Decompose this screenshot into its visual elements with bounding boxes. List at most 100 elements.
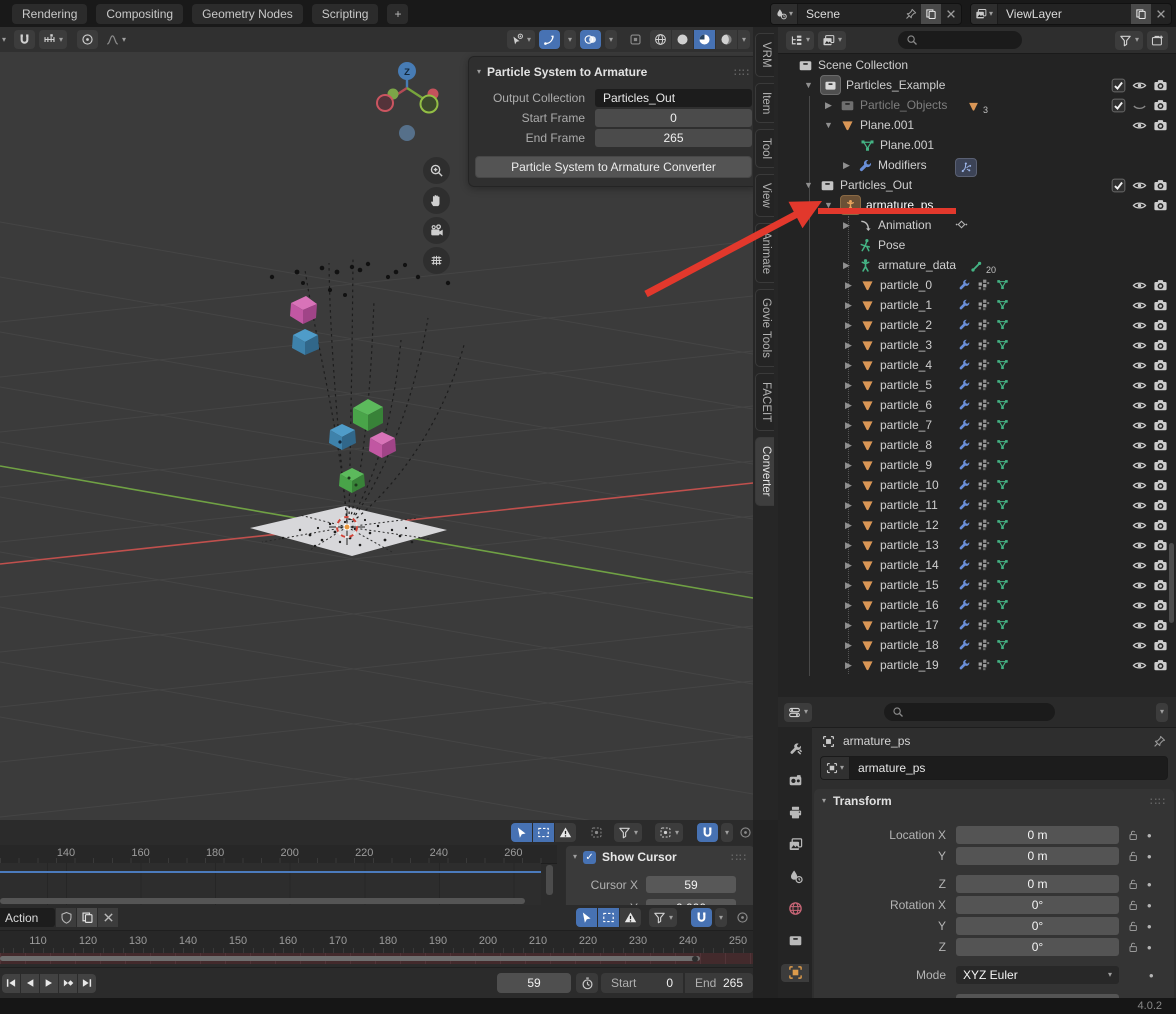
- exclude-checkbox[interactable]: [1111, 78, 1126, 93]
- modifier-wrench-icon[interactable]: [958, 278, 971, 291]
- render-camera-icon[interactable]: [1153, 518, 1168, 533]
- collapsed-menu-chevron[interactable]: ▾: [2, 36, 6, 44]
- mesh-data-icon[interactable]: [996, 658, 1009, 671]
- animate-dot[interactable]: •: [1147, 919, 1152, 934]
- tab-render[interactable]: [781, 771, 809, 789]
- modifier-wrench-icon[interactable]: [958, 398, 971, 411]
- viewlayer-browse-button[interactable]: ▾: [971, 4, 998, 24]
- render-camera-icon[interactable]: [1153, 78, 1168, 93]
- add-workspace-button[interactable]: +: [387, 4, 408, 24]
- mesh-data-icon[interactable]: [996, 578, 1009, 591]
- outliner-scrollbar[interactable]: [1169, 543, 1174, 623]
- outliner-row-particle[interactable]: ▶ particle_8: [778, 435, 1176, 455]
- animate-dot[interactable]: •: [1149, 968, 1154, 983]
- hide-eye-icon[interactable]: [1132, 538, 1147, 553]
- outliner-label[interactable]: particle_6: [880, 398, 932, 412]
- gizmos-dropdown[interactable]: ▾: [564, 30, 576, 49]
- hide-eye-closed-icon[interactable]: [1132, 98, 1147, 113]
- outliner-row-plane-object[interactable]: ▼ Plane.001: [778, 115, 1176, 135]
- mesh-data-icon[interactable]: [996, 398, 1009, 411]
- vertex-groups-icon[interactable]: [977, 358, 990, 371]
- outliner-label[interactable]: Particles_Out: [840, 178, 912, 192]
- scene-browse-button[interactable]: ▾: [771, 4, 798, 24]
- exclude-checkbox[interactable]: [1111, 178, 1126, 193]
- tab-world[interactable]: [781, 900, 809, 918]
- hide-eye-icon[interactable]: [1132, 638, 1147, 653]
- outliner-label[interactable]: particle_10: [880, 478, 939, 492]
- animate-dot[interactable]: •: [1147, 828, 1152, 843]
- outliner-row-particle[interactable]: ▶ particle_9: [778, 455, 1176, 475]
- lock-icon[interactable]: [1127, 920, 1139, 932]
- mesh-data-icon[interactable]: [996, 438, 1009, 451]
- workspace-tab-rendering[interactable]: Rendering: [12, 4, 87, 24]
- disclosure-closed-icon[interactable]: ▶: [842, 460, 855, 471]
- zoom-button[interactable]: [423, 157, 450, 184]
- transform-value-field[interactable]: 0 m: [956, 826, 1119, 844]
- overlays-dropdown[interactable]: ▾: [605, 30, 617, 49]
- outliner-row-particles-out[interactable]: ▼ Particles_Out: [778, 175, 1176, 195]
- outliner-label[interactable]: particle_3: [880, 338, 932, 352]
- hide-eye-icon[interactable]: [1132, 198, 1147, 213]
- outliner-label[interactable]: particle_5: [880, 378, 932, 392]
- jump-to-end-button[interactable]: [78, 974, 96, 993]
- outliner-label[interactable]: Plane.001: [860, 118, 914, 132]
- disclosure-open-icon[interactable]: ▼: [802, 180, 815, 190]
- mesh-data-icon[interactable]: [996, 358, 1009, 371]
- mesh-data-icon[interactable]: [996, 638, 1009, 651]
- outliner-label[interactable]: particle_15: [880, 578, 939, 592]
- modifier-wrench-icon[interactable]: [958, 558, 971, 571]
- new-action-button[interactable]: [77, 908, 97, 927]
- modifier-wrench-icon[interactable]: [958, 518, 971, 531]
- outliner-row-particles-example[interactable]: ▼ Particles_Example: [778, 75, 1176, 95]
- render-camera-icon[interactable]: [1153, 118, 1168, 133]
- workspace-tab-geometry-nodes[interactable]: Geometry Nodes: [192, 4, 303, 24]
- timeline-ruler[interactable]: 1101201301401501601701801902002102202302…: [0, 931, 753, 953]
- render-camera-icon[interactable]: [1153, 578, 1168, 593]
- exclude-checkbox[interactable]: [1111, 98, 1126, 113]
- disclosure-closed-icon[interactable]: ▶: [842, 620, 855, 631]
- outliner-label[interactable]: particle_13: [880, 538, 939, 552]
- outliner-row-particle[interactable]: ▶ particle_1: [778, 295, 1176, 315]
- disclosure-open-icon[interactable]: ▼: [822, 200, 835, 210]
- filter-dropdown[interactable]: ▾: [614, 823, 642, 842]
- current-frame-field[interactable]: 59: [497, 973, 571, 993]
- overlays-toggle[interactable]: [580, 30, 601, 49]
- object-name-field[interactable]: armature_ps: [849, 756, 1168, 780]
- outliner-row-armature-ps[interactable]: ▼ armature_ps: [778, 195, 1176, 215]
- snap-toggle-button[interactable]: [697, 823, 718, 842]
- mesh-data-icon[interactable]: [996, 478, 1009, 491]
- shading-wireframe-button[interactable]: [650, 30, 671, 49]
- vertex-groups-icon[interactable]: [977, 458, 990, 471]
- lock-icon[interactable]: [1127, 899, 1139, 911]
- frame-start-field[interactable]: Start 0: [601, 973, 683, 993]
- vertex-groups-icon[interactable]: [977, 318, 990, 331]
- render-camera-icon[interactable]: [1153, 638, 1168, 653]
- panel-drag-grip[interactable]: ∷∷: [731, 851, 747, 864]
- outliner-row-animation[interactable]: ▶ Animation: [778, 215, 1176, 235]
- hide-eye-icon[interactable]: [1132, 438, 1147, 453]
- render-camera-icon[interactable]: [1153, 558, 1168, 573]
- new-scene-button[interactable]: [921, 4, 941, 24]
- vertex-groups-icon[interactable]: [977, 578, 990, 591]
- vertex-groups-icon[interactable]: [977, 278, 990, 291]
- workspace-tab-compositing[interactable]: Compositing: [96, 4, 183, 24]
- disclosure-closed-icon[interactable]: ▶: [822, 100, 835, 111]
- proportional-edit-button[interactable]: [735, 823, 753, 842]
- shading-dropdown[interactable]: ▾: [738, 30, 750, 49]
- modifier-wrench-icon[interactable]: [958, 478, 971, 491]
- vertex-groups-icon[interactable]: [977, 598, 990, 611]
- vertex-groups-icon[interactable]: [977, 338, 990, 351]
- dopesheet-ruler[interactable]: 140160180200220240260: [0, 845, 557, 864]
- hide-eye-icon[interactable]: [1132, 398, 1147, 413]
- panel-drag-grip[interactable]: ∷∷: [1150, 795, 1166, 808]
- hide-eye-icon[interactable]: [1132, 578, 1147, 593]
- converter-button[interactable]: Particle System to Armature Converter: [475, 156, 752, 178]
- sidebar-tab[interactable]: Tool: [755, 129, 774, 168]
- perspective-toggle-button[interactable]: [423, 247, 450, 274]
- outliner-label[interactable]: particle_9: [880, 458, 932, 472]
- workspace-tab-scripting[interactable]: Scripting: [312, 4, 379, 24]
- transform-value-field[interactable]: 0 m: [956, 847, 1119, 865]
- outliner-label[interactable]: particle_18: [880, 638, 939, 652]
- outliner-row-particle[interactable]: ▶ particle_3: [778, 335, 1176, 355]
- modifier-wrench-icon[interactable]: [958, 358, 971, 371]
